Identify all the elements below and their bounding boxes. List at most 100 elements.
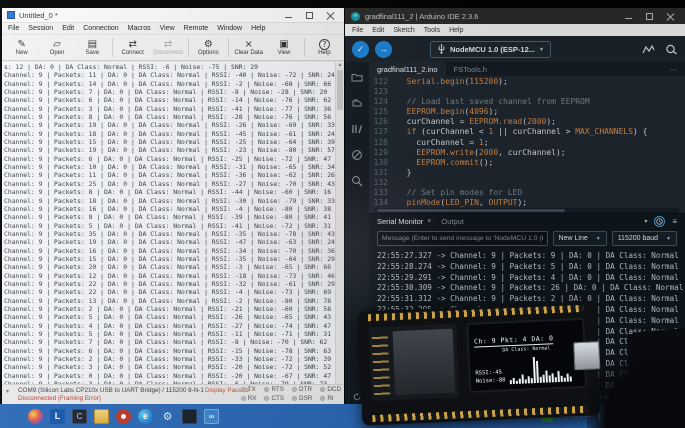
taskbar-explorer-icon[interactable] <box>94 409 109 424</box>
taskbar-edge-icon[interactable]: e <box>138 409 153 424</box>
taskbar-settings-icon[interactable]: ⚙ <box>160 409 175 424</box>
tab-sketch[interactable]: gradfinal111_2.ino <box>369 62 446 76</box>
line-ending-select[interactable]: New Line ▼ <box>553 231 607 246</box>
menu-connection[interactable]: Connection <box>83 25 118 32</box>
taskbar-store-icon[interactable] <box>182 409 197 424</box>
toolbar-new-button[interactable]: ✎New <box>4 35 39 60</box>
toolbar-options-button[interactable]: ⚙Options <box>191 35 226 60</box>
scrollbar-thumb[interactable] <box>337 70 343 110</box>
maximize-icon[interactable] <box>305 11 314 20</box>
toolbar-divider <box>112 38 113 57</box>
terminal-line: Channel: 9 | Packets: 16 | DA: 0 | DA Cl… <box>4 205 334 213</box>
taskbar-coolterm-icon[interactable]: C <box>72 409 87 424</box>
code-text: Serial.begin(115200); <box>397 77 508 87</box>
oled-bar <box>536 361 539 383</box>
code-line: 123 <box>369 87 685 97</box>
tab-output[interactable]: Output <box>441 217 464 226</box>
menu-help[interactable]: Help <box>251 25 265 32</box>
board-selector[interactable]: NodeMCU 1.0 (ESP-12... ▾ <box>430 41 551 58</box>
editor-hscrollbar[interactable] <box>375 208 679 213</box>
indicator-label: CTS <box>271 395 284 402</box>
led-icon <box>292 396 297 401</box>
hscrollbar-thumb[interactable] <box>377 209 565 212</box>
toolbar-connect-button[interactable]: ⇄Connect <box>115 35 150 60</box>
coolterm-titlebar[interactable]: Untitled_0 * <box>2 8 344 23</box>
toolbar-view-button[interactable]: ▣View <box>266 35 301 60</box>
menu-file[interactable]: File <box>8 25 19 32</box>
code-token: } <box>397 168 411 177</box>
tab-fstools[interactable]: FSTools.h <box>446 62 495 76</box>
taskbar-photos-icon[interactable] <box>28 409 43 424</box>
close-icon[interactable]: × <box>427 218 431 225</box>
timestamp-toggle-icon[interactable] <box>654 216 665 227</box>
tab-overflow-icon[interactable]: ⋯ <box>670 65 685 74</box>
taskbar-media-icon[interactable] <box>116 409 131 424</box>
baud-rate-select[interactable]: 115200 baud ▼ <box>612 231 677 246</box>
menu-view[interactable]: View <box>160 25 175 32</box>
menu-file[interactable]: File <box>352 27 363 34</box>
oled-bar <box>525 379 527 383</box>
chevron-down-icon: ▾ <box>540 46 543 53</box>
menu-window[interactable]: Window <box>217 25 242 32</box>
upload-button[interactable]: → <box>375 41 392 58</box>
code-token: ); <box>546 117 556 126</box>
verify-button[interactable]: ✓ <box>352 41 369 58</box>
menu-tools[interactable]: Tools <box>424 27 440 34</box>
terminal-line: Channel: 9 | Packets: 7 | DA: 0 | DA Cla… <box>4 88 334 96</box>
search-icon[interactable] <box>351 174 364 187</box>
start-button[interactable] <box>6 409 21 424</box>
oled-bar <box>527 376 529 383</box>
debug-icon[interactable] <box>351 148 364 161</box>
code-line: 131 } <box>369 168 685 178</box>
sketchbook-folder-icon[interactable] <box>351 70 364 83</box>
terminal-output[interactable]: s: 12 | DA: 0 | DA Class: Normal | RSSI:… <box>2 62 344 384</box>
toolbar-open-button[interactable]: ▱Open <box>39 35 74 60</box>
taskbar-arduino-icon[interactable]: ∞ <box>204 409 219 424</box>
taskbar-labview-icon[interactable]: L <box>50 409 65 424</box>
toolbar-help-button[interactable]: ?Help <box>307 35 342 60</box>
code-token: EEPROM.begin <box>407 107 465 116</box>
menu-edit[interactable]: Edit <box>372 27 384 34</box>
code-text: curChannel = EEPROM.read(2000); <box>397 117 556 127</box>
serial-message-input[interactable] <box>377 231 548 246</box>
led-icon <box>264 387 269 392</box>
oled-bar <box>560 376 562 382</box>
serial-line: 22:55:29.291 -> Channel: 9 | Packets: 4 … <box>377 273 685 284</box>
clear-output-icon[interactable]: ≡ <box>672 217 677 226</box>
view-icon: ▣ <box>279 39 288 50</box>
terminal-scrollbar[interactable]: ▲ <box>335 62 344 384</box>
code-line: 129 EEPROM.write(2000, curChannel); <box>369 148 685 158</box>
serial-monitor-tab-label: Serial Monitor <box>377 217 423 226</box>
ide-titlebar[interactable]: ∞ gradfinal111_2 | Arduino IDE 2.3.6 <box>345 8 685 24</box>
library-manager-icon[interactable] <box>351 122 364 135</box>
close-icon[interactable] <box>666 12 675 21</box>
minimize-icon[interactable] <box>284 11 293 20</box>
window-controls <box>624 12 679 21</box>
serial-monitor-icon[interactable] <box>665 44 678 55</box>
code-editor[interactable]: 122 Serial.begin(115200);123124 // Load … <box>369 76 685 208</box>
minimize-icon[interactable] <box>624 12 633 21</box>
status-expander-icon[interactable]: ▾ <box>6 388 9 395</box>
menu-sketch[interactable]: Sketch <box>393 27 414 34</box>
port-info: COM9 (Silicon Labs CP210x USB to UART Br… <box>18 387 204 394</box>
terminal-line: Channel: 9 | Packets: 3 | DA: 0 | DA Cla… <box>4 105 334 113</box>
boards-manager-icon[interactable] <box>351 96 364 109</box>
menu-edit[interactable]: Edit <box>62 25 74 32</box>
close-icon[interactable] <box>326 11 335 20</box>
menu-macros[interactable]: Macros <box>128 25 151 32</box>
maximize-icon[interactable] <box>645 12 654 21</box>
code-token: curChannel = <box>397 117 469 126</box>
menu-session[interactable]: Session <box>28 25 53 32</box>
serial-plotter-icon[interactable] <box>642 44 655 55</box>
board-selector-label: NodeMCU 1.0 (ESP-12... <box>450 45 535 54</box>
help-icon: ? <box>319 39 330 50</box>
menu-help[interactable]: Help <box>449 27 463 34</box>
terminal-line: Channel: 9 | Packets: 16 | DA: 0 | DA Cl… <box>4 247 334 255</box>
toolbar-clear-data-button[interactable]: ×Clear Data <box>231 35 266 60</box>
chevron-down-icon[interactable]: ▾ <box>644 218 647 225</box>
nodemcu-board: Ch: 9 Pkt: 4 DA: 0 DA Class: Normal RSSI… <box>358 300 623 425</box>
tab-serial-monitor[interactable]: Serial Monitor × <box>377 217 431 226</box>
scroll-up-icon[interactable]: ▲ <box>336 62 344 69</box>
menu-remote[interactable]: Remote <box>184 25 209 32</box>
toolbar-save-button[interactable]: ▤Save <box>75 35 110 60</box>
